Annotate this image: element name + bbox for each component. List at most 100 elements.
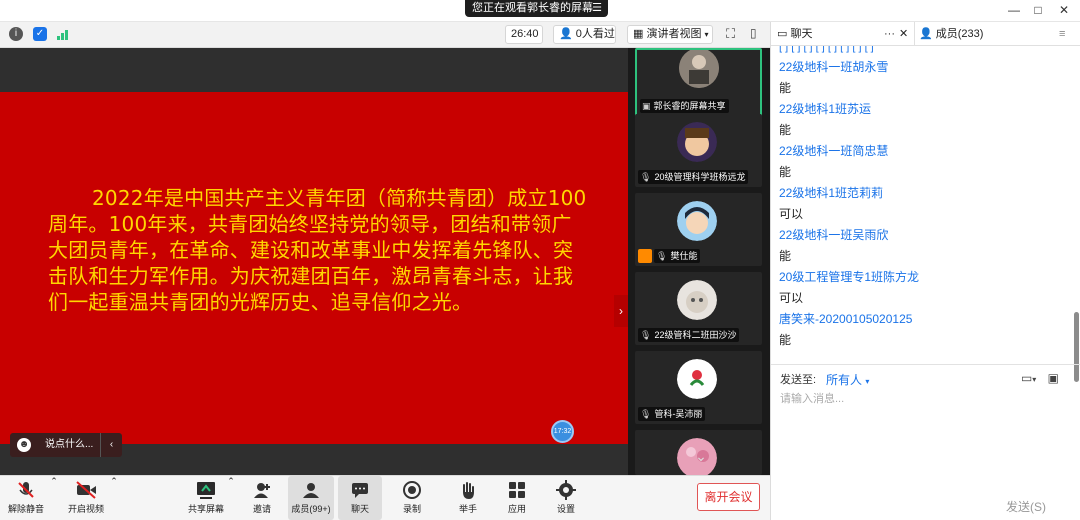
chat-icon xyxy=(338,480,382,500)
start-video-label: 开启视频 xyxy=(67,504,104,514)
record-label: 录制 xyxy=(402,504,421,514)
unmute-button[interactable]: 解除静音 xyxy=(4,476,48,520)
meeting-timer: 26:40 xyxy=(505,25,543,44)
message-sender[interactable]: 22级地科一班胡永雪 xyxy=(779,57,1064,77)
tile-label: 🎙 管科-吴沛丽 xyxy=(638,407,706,421)
collapse-strip-arrow[interactable]: › xyxy=(614,295,628,327)
chevron-down-icon: ▾ xyxy=(865,377,870,386)
video-tile[interactable]: 🎙 20级管理科学班杨远龙 xyxy=(635,114,762,187)
mic-muted-icon xyxy=(4,480,48,500)
video-tile[interactable]: 🎙 樊仕能 xyxy=(635,193,762,266)
comment-bar[interactable]: ☻ 说点什么... ‹ xyxy=(10,433,122,457)
add-person-icon xyxy=(244,480,280,500)
tab-members-label: 成员(233) xyxy=(935,28,984,40)
compose-tools: ▭▾ ▣ xyxy=(1021,371,1059,385)
panel-menu-icon[interactable]: ≡ xyxy=(1059,22,1065,46)
start-video-button[interactable]: 开启视频 xyxy=(64,476,108,520)
message-text: 能 xyxy=(779,81,792,95)
people-icon: 👤 xyxy=(919,28,933,40)
raise-hand-label: 举手 xyxy=(458,504,477,514)
shield-icon[interactable]: ✓ xyxy=(33,27,47,41)
tile-name: 郭长睿的屏幕共享 xyxy=(653,101,726,111)
close-button[interactable]: ✕ xyxy=(1052,0,1076,22)
info-icon[interactable]: i xyxy=(9,27,23,41)
record-button[interactable]: 录制 xyxy=(394,476,430,520)
floating-timer[interactable]: 17:32 xyxy=(551,420,574,443)
chevron-up-icon[interactable]: ⌃ xyxy=(109,476,119,520)
message-text: 能 xyxy=(779,333,792,347)
mic-icon: 🎙 xyxy=(640,409,652,419)
sidebar-toggle-icon[interactable]: ▯ xyxy=(750,26,757,40)
apps-button[interactable]: 应用 xyxy=(499,476,535,520)
share-screen-icon xyxy=(184,480,228,500)
view-mode-select[interactable]: ▦ 演讲者视图 ▾ xyxy=(627,25,713,44)
chevron-left-icon[interactable]: ‹ xyxy=(100,433,122,457)
screenshot-icon[interactable]: ▣ xyxy=(1048,371,1059,385)
viewers-counter[interactable]: 👤 0人看过 xyxy=(553,25,616,44)
tile-name: 樊仕能 xyxy=(670,251,698,261)
avatar xyxy=(677,201,717,241)
avatar xyxy=(677,122,717,162)
people-icon xyxy=(288,480,334,500)
chevron-down-icon[interactable]: ▾ xyxy=(1032,375,1036,384)
message-sender[interactable]: 22级地科一班简忠慧 xyxy=(779,141,1064,161)
shared-screen-stage: 2022年是中国共产主义青年团（简称共青团）成立100周年。100年来，共青团始… xyxy=(0,48,628,475)
share-screen-button[interactable]: 共享屏幕 xyxy=(184,476,228,520)
settings-button[interactable]: 设置 xyxy=(548,476,584,520)
fullscreen-icon[interactable]: ⛶ xyxy=(726,26,735,42)
chevron-up-icon[interactable]: ⌃ xyxy=(226,476,236,520)
tile-label: 🎙 20级管理科学班杨远龙 xyxy=(638,170,749,184)
screen-share-icon: ▣ xyxy=(642,101,651,111)
chat-message: 22级地科一班胡永雪 能 xyxy=(779,57,1064,98)
tab-chat-label: 聊天 xyxy=(790,28,813,40)
leave-meeting-button[interactable]: 离开会议 xyxy=(697,483,760,511)
chat-message: 22级地科1班范莉莉 可以 xyxy=(779,183,1064,224)
settings-label: 设置 xyxy=(556,504,575,514)
send-to-select[interactable]: 所有人 ▾ xyxy=(826,371,869,388)
comment-placeholder: 说点什么... xyxy=(45,439,94,450)
invite-button[interactable]: 邀请 xyxy=(244,476,280,520)
message-sender[interactable]: 唐笑来-20200105020125 xyxy=(779,309,1064,329)
chat-message: 20级工程管理专1班陈方龙 可以 xyxy=(779,267,1064,308)
message-sender-cut: [ ] [ ] [ ] [ ] [ ] [ ] [ ] [ ] xyxy=(779,46,874,53)
apps-label: 应用 xyxy=(507,504,526,514)
mic-icon: 🎙 xyxy=(640,330,652,340)
unmute-label: 解除静音 xyxy=(7,504,44,514)
chat-message: 22级地科1班苏运 能 xyxy=(779,99,1064,140)
title-bar: 您正在观看郭长睿的屏幕 ☰ — □ ✕ xyxy=(0,0,1080,22)
more-options-icon[interactable]: ··· xyxy=(884,22,895,46)
signal-icon[interactable] xyxy=(57,28,71,43)
raise-hand-button[interactable]: 举手 xyxy=(450,476,486,520)
members-button[interactable]: 成员(99+) xyxy=(288,476,334,520)
message-input[interactable]: 请输入消息... xyxy=(780,390,844,406)
chat-button[interactable]: 聊天 xyxy=(338,476,382,520)
message-sender[interactable]: 22级地科1班范莉莉 xyxy=(779,183,1064,203)
screen-share-banner[interactable]: 您正在观看郭长睿的屏幕 ☰ xyxy=(465,0,608,17)
close-icon[interactable]: ✕ xyxy=(899,22,908,46)
menu-icon[interactable]: ☰ xyxy=(592,0,602,17)
chevron-up-icon[interactable]: ⌃ xyxy=(49,476,59,520)
chat-icon: ▭ xyxy=(777,28,788,40)
video-tile[interactable]: 🎙 管科-吴沛丽 xyxy=(635,351,762,424)
message-text: 可以 xyxy=(779,207,804,221)
tile-label: 🎙 樊仕能 xyxy=(654,249,701,263)
mic-icon: 🎙 xyxy=(640,172,652,182)
chat-message: 22级地科一班简忠慧 能 xyxy=(779,141,1064,182)
send-to-value: 所有人 xyxy=(826,373,863,387)
chat-message: 22级地科一班吴雨欣 能 xyxy=(779,225,1064,266)
video-tile[interactable]: 🎙 22级管科二班田沙沙 xyxy=(635,272,762,345)
message-sender[interactable]: 22级地科1班苏运 xyxy=(779,99,1064,119)
tab-chat[interactable]: ▭ 聊天 xyxy=(777,22,812,46)
chevron-down-icon[interactable]: ⌄ xyxy=(686,441,716,471)
tab-members[interactable]: 👤 成员(233) xyxy=(914,22,983,46)
viewers-text: 0人看过 xyxy=(575,28,615,40)
maximize-button[interactable]: □ xyxy=(1026,0,1050,22)
minimize-button[interactable]: — xyxy=(1002,0,1026,22)
chevron-down-icon: ▾ xyxy=(704,30,709,39)
file-icon[interactable]: ▭ xyxy=(1021,371,1032,385)
tile-label: 🎙 22级管科二班田沙沙 xyxy=(638,328,740,342)
message-sender[interactable]: 22级地科一班吴雨欣 xyxy=(779,225,1064,245)
send-button[interactable]: 发送(S) xyxy=(1006,498,1046,515)
video-tile[interactable]: ▣ 郭长睿的屏幕共享 xyxy=(635,48,762,118)
message-sender[interactable]: 20级工程管理专1班陈方龙 xyxy=(779,267,1064,287)
